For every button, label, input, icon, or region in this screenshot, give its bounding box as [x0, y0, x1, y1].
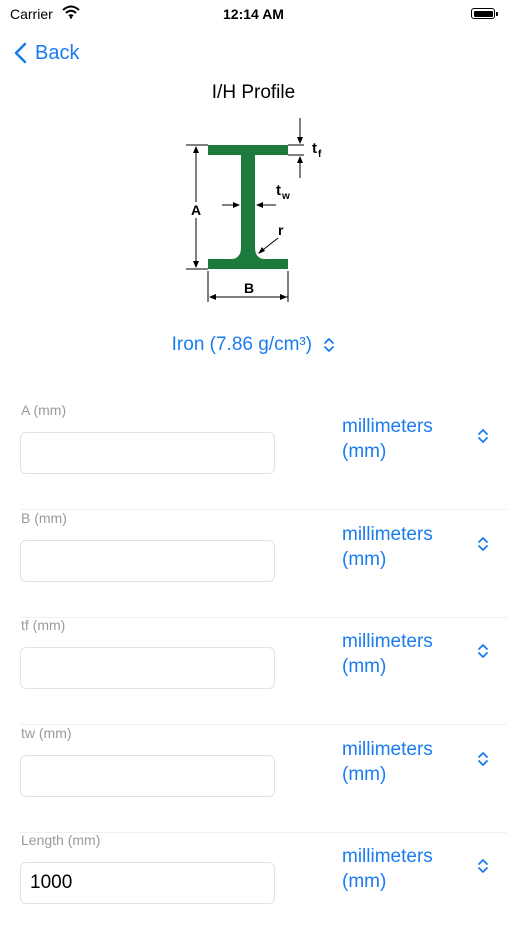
material-picker[interactable]: Iron (7.86 g/cm³) — [0, 334, 507, 356]
unit-selector-length[interactable]: millimeters (mm) — [342, 844, 462, 894]
field-label-tf: tf (mm) — [21, 617, 66, 633]
label-tw: t — [276, 182, 281, 199]
field-row-b: B (mm) millimeters (mm) — [0, 510, 507, 618]
field-row-tw: tw (mm) millimeters (mm) — [0, 725, 507, 833]
status-bar: Carrier 12:14 AM — [0, 0, 507, 30]
chevron-up-down-icon[interactable] — [476, 643, 490, 659]
i-beam-profile-shape — [208, 145, 288, 269]
unit-selector-tw[interactable]: millimeters (mm) — [342, 737, 462, 787]
unit-selector-b[interactable]: millimeters (mm) — [342, 522, 462, 572]
tw-input[interactable] — [20, 755, 275, 797]
chevron-up-down-icon[interactable] — [476, 536, 490, 552]
field-label-a: A (mm) — [21, 402, 67, 418]
field-row-length: Length (mm) millimeters (mm) — [0, 832, 507, 940]
unit-selector-tf[interactable]: millimeters (mm) — [342, 629, 462, 679]
chevron-left-icon — [14, 42, 27, 64]
tf-input[interactable] — [20, 647, 275, 689]
label-tw-sub: w — [281, 191, 290, 202]
i-beam-diagram: A B t f t w r — [186, 118, 322, 302]
material-label: Iron (7.86 g/cm³) — [171, 334, 313, 355]
field-row-a: A (mm) millimeters (mm) — [0, 402, 507, 510]
field-label-tw: tw (mm) — [21, 725, 72, 741]
chevron-up-down-icon[interactable] — [476, 428, 490, 444]
label-tf: t — [312, 140, 317, 157]
label-a: A — [191, 202, 201, 218]
page-title: I/H Profile — [211, 82, 296, 103]
battery-icon — [471, 8, 498, 19]
back-button[interactable]: Back — [14, 38, 79, 68]
field-row-tf: tf (mm) millimeters (mm) — [0, 617, 507, 725]
chevron-up-down-icon[interactable] — [476, 858, 490, 874]
b-input[interactable] — [20, 540, 275, 582]
length-input[interactable] — [20, 862, 275, 904]
label-r: r — [278, 222, 284, 238]
label-b: B — [244, 280, 254, 296]
label-tf-sub: f — [318, 149, 322, 160]
chevron-up-down-icon — [324, 338, 335, 352]
field-label-length: Length (mm) — [21, 832, 101, 848]
unit-selector-a[interactable]: millimeters (mm) — [342, 414, 462, 464]
chevron-up-down-icon[interactable] — [476, 751, 490, 767]
a-input[interactable] — [20, 432, 275, 474]
field-label-b: B (mm) — [21, 510, 67, 526]
back-label: Back — [35, 41, 80, 64]
clock: 12:14 AM — [223, 6, 284, 22]
